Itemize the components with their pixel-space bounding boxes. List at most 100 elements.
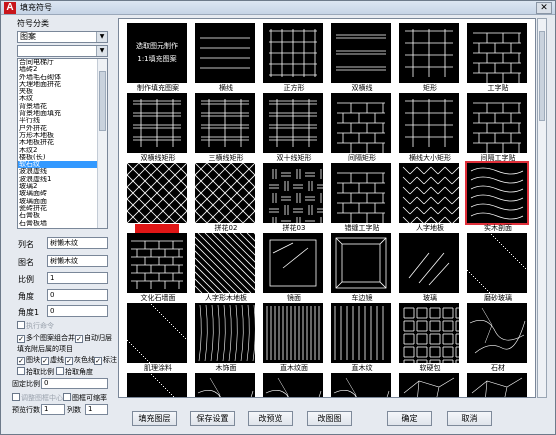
list-item[interactable]: 波浪虚线1 (18, 176, 98, 183)
pattern-thumbnail[interactable] (263, 163, 323, 223)
pattern-thumbnail[interactable] (467, 303, 527, 363)
pattern-thumbnail[interactable] (127, 93, 187, 153)
pattern-thumbnail[interactable] (195, 233, 255, 293)
pattern-listbox[interactable]: 合同电梯厅 墙砖2 外墙毛石砌体 大理地面拼花 夹板 木纹 背景墙花 背景地面填充 平行线 户外拼… (17, 58, 108, 229)
angle-field[interactable]: 0 (47, 289, 108, 301)
list-item[interactable]: 波浪虚线 (18, 168, 98, 175)
list-item[interactable]: 瓷砖拼花 (18, 205, 98, 212)
pattern-thumbnail[interactable] (127, 303, 187, 363)
list-item[interactable]: 石膏板墙 (18, 220, 98, 227)
pattern-label: 镜面 (287, 294, 301, 302)
pattern-thumbnail[interactable] (195, 303, 255, 363)
checkbox-box (12, 393, 20, 401)
chevron-down-icon[interactable]: ▼ (96, 32, 107, 42)
exec-command-checkbox[interactable]: 执行命令 (17, 321, 54, 331)
pattern-thumbnail[interactable] (331, 93, 391, 153)
list-item[interactable]: 平行线 (18, 117, 98, 124)
list-item[interactable]: 合同电梯厅 (18, 59, 98, 66)
tuple-checkbox[interactable]: ✓ 图块 (17, 356, 40, 365)
list-item[interactable]: 玻璃2 (18, 183, 98, 190)
change-preview-button[interactable]: 改预览 (248, 411, 293, 426)
subcategory-combo[interactable]: ▼ (17, 45, 108, 57)
scale-field[interactable]: 1 (47, 272, 108, 284)
gray-checkbox[interactable]: ✓ 灰色线 (65, 356, 95, 365)
mark-checkbox[interactable]: ✓ 标注 (94, 356, 117, 365)
list-item[interactable]: 木地板拼花 (18, 139, 98, 146)
pattern-thumbnail[interactable] (263, 93, 323, 153)
pattern-thumbnail[interactable] (263, 303, 323, 363)
pattern-thumbnail[interactable] (127, 373, 187, 397)
list-item[interactable]: 楼板(长) (18, 154, 98, 161)
pattern-thumbnail[interactable] (399, 163, 459, 223)
pattern-thumbnail[interactable] (195, 93, 255, 153)
pattern-thumbnail[interactable] (195, 373, 255, 397)
list-item[interactable]: 墙砖2 (18, 66, 98, 73)
chevron-down-icon[interactable]: ▼ (96, 46, 107, 56)
list-item[interactable]: 木纹 (18, 95, 98, 102)
cols-field[interactable]: 1 (85, 404, 108, 415)
pattern-thumbnail[interactable] (467, 233, 527, 293)
pattern-thumbnail[interactable] (195, 23, 255, 83)
list-scroll-thumb[interactable] (99, 71, 106, 131)
pattern-thumbnail[interactable] (331, 23, 391, 83)
grid-scrollbar[interactable] (537, 18, 547, 398)
pattern-thumbnail[interactable] (263, 233, 323, 293)
pattern-thumbnail[interactable] (331, 163, 391, 223)
list-item[interactable]: 石膏板 (18, 212, 98, 219)
grid-scroll-thumb[interactable] (539, 31, 545, 121)
pattern-thumbnail[interactable] (127, 233, 187, 293)
pattern-thumbnail[interactable] (399, 23, 459, 83)
list-item[interactable]: 外墙毛石砌体 (18, 74, 98, 81)
save-settings-button[interactable]: 保存设置 (190, 411, 235, 426)
dash-checkbox[interactable]: ✓ 虚线 (41, 356, 64, 365)
pattern-thumbnail[interactable] (263, 373, 323, 397)
pattern-thumbnail[interactable] (399, 303, 459, 363)
list-item[interactable]: 木纹2 (18, 147, 98, 154)
pattern-thumbnail[interactable] (127, 163, 187, 223)
pattern-thumbnail[interactable] (399, 373, 459, 397)
fixed-scale-field[interactable]: 0 (41, 378, 108, 389)
figure-field[interactable]: 树懒木纹 (47, 255, 108, 267)
list-item[interactable]: 背景墙花 (18, 103, 98, 110)
list-item[interactable]: 大理地面拼花 (18, 81, 98, 88)
pattern-thumbnail[interactable] (467, 93, 527, 153)
pattern-thumbnail[interactable] (467, 373, 527, 397)
pattern-thumbnail[interactable] (195, 163, 255, 223)
list-scrollbar[interactable] (97, 59, 107, 228)
multi-merge-checkbox[interactable]: ✓ 多个图案组合并 (17, 334, 75, 343)
ok-button[interactable]: 确定 (387, 411, 432, 426)
pattern-thumbnail[interactable] (331, 373, 391, 397)
name-field[interactable]: 树懒木纹 (47, 237, 108, 249)
pattern-thumbnail[interactable] (331, 303, 391, 363)
pattern-thumbnail[interactable] (331, 233, 391, 293)
title-bar[interactable]: A 填充符号 ✕ (1, 1, 555, 15)
pattern-preview (402, 166, 459, 223)
fill-layer-button[interactable]: 填充图层 (132, 411, 177, 426)
list-item[interactable]: 方形木地板 (18, 132, 98, 139)
pattern-thumbnail[interactable] (399, 93, 459, 153)
list-item[interactable]: 背景地面填充 (18, 110, 98, 117)
use-center-checkbox[interactable]: 调整图框中心 (12, 393, 63, 403)
list-item[interactable]: 玻璃面面 (18, 198, 98, 205)
pattern-thumbnail[interactable] (465, 161, 529, 225)
pick-scale-checkbox[interactable]: 拾取比例 (17, 367, 54, 377)
cols-label: 列数 (67, 406, 81, 414)
change-image-button[interactable]: 改图图 (307, 411, 352, 426)
frame-mode-checkbox[interactable]: 图框可缩率 (63, 393, 107, 403)
pick-angle-checkbox[interactable]: 拾取角度 (56, 367, 93, 377)
list-item[interactable]: 户外拼花 (18, 125, 98, 132)
close-button[interactable]: ✕ (536, 2, 552, 14)
category-combo[interactable]: 图案 ▼ (17, 31, 108, 43)
pattern-thumbnail[interactable] (467, 23, 527, 83)
pattern-thumbnail[interactable] (263, 23, 323, 83)
list-item[interactable]: 玻璃面砖 (18, 190, 98, 197)
auto-layer-checkbox[interactable]: ✓ 自动归层 (75, 334, 112, 343)
pattern-preview (471, 377, 523, 397)
pattern-thumbnail[interactable] (399, 233, 459, 293)
list-item[interactable]: 软石纹 (18, 161, 98, 169)
list-item[interactable]: 夹板 (18, 88, 98, 95)
preview-rows-field[interactable]: 1 (41, 404, 65, 415)
angle1-field[interactable]: 0 (47, 305, 108, 317)
cancel-button[interactable]: 取消 (447, 411, 492, 426)
pattern-thumbnail[interactable]: 选取图元制作 1:1填充图案 (127, 23, 187, 83)
